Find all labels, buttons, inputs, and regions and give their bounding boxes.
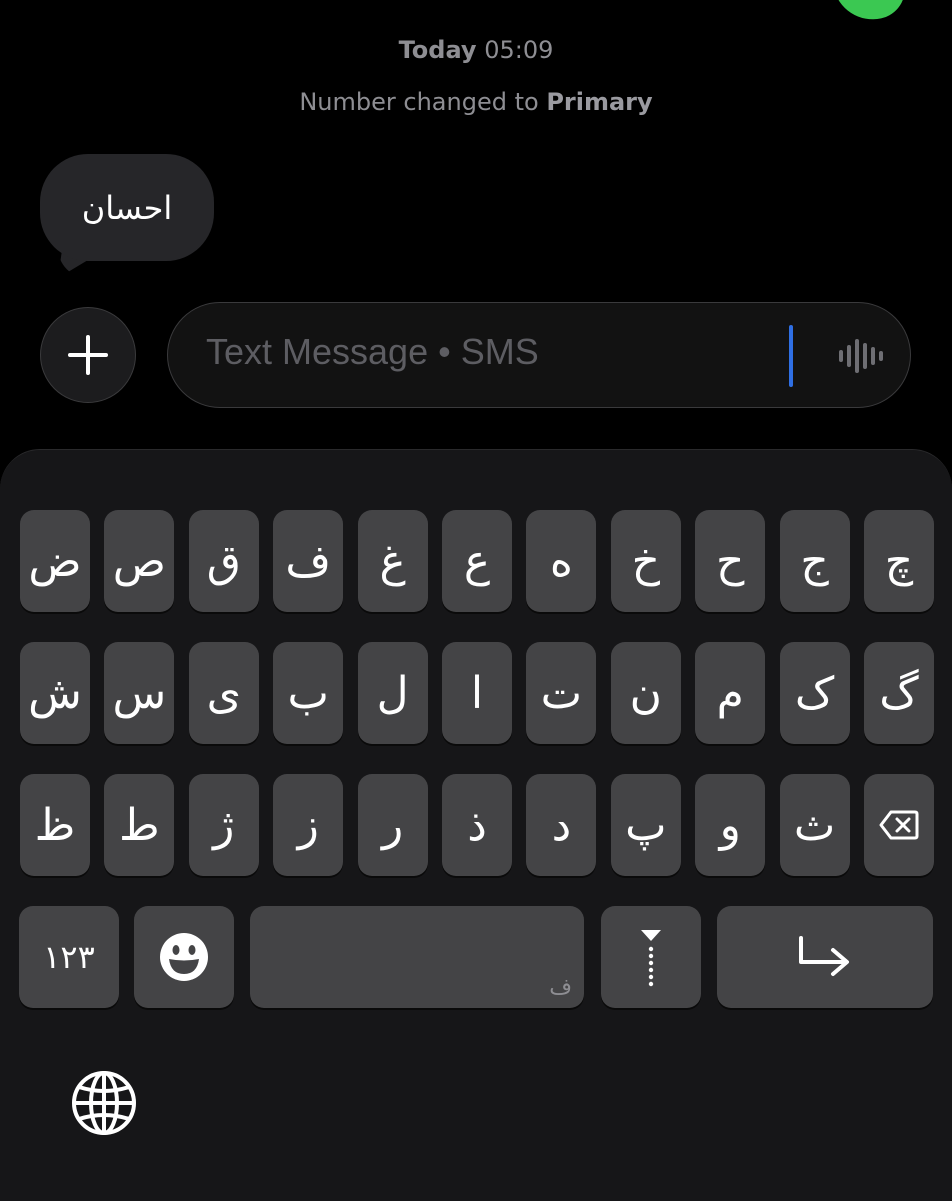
message-input[interactable]: Text Message • SMS <box>167 302 911 408</box>
space-key-hint: ف <box>549 975 572 1000</box>
timestamp-day: Today <box>398 36 477 64</box>
message-input-placeholder: Text Message • SMS <box>206 331 539 372</box>
note-prefix: Number changed to <box>299 88 539 116</box>
key-letter[interactable]: چ <box>864 510 934 612</box>
key-letter[interactable]: ح <box>695 510 766 612</box>
key-letter[interactable]: ق <box>188 510 259 612</box>
key-letter-label: ل <box>376 667 409 719</box>
key-letter-label: ص <box>112 535 166 587</box>
key-letter[interactable]: ی <box>188 642 259 744</box>
emoji-icon <box>160 933 208 981</box>
key-letter-label: د <box>551 799 572 851</box>
key-letter-label: گ <box>879 667 919 719</box>
key-letter[interactable]: م <box>695 642 766 744</box>
key-letter-label: ی <box>206 667 242 719</box>
persian-keyboard: ضصقفغعهخحجچشسیبلاتنمکگظطژزرذدپوث ۱۲۳ ف <box>0 449 952 1201</box>
cursor-key[interactable] <box>601 906 701 1008</box>
key-letter-label: ز <box>297 799 319 851</box>
key-letter-label: ش <box>28 667 82 719</box>
key-letter-label: غ <box>379 535 406 587</box>
key-letter-label: ع <box>463 535 491 587</box>
delete-key[interactable] <box>864 774 934 876</box>
plus-icon <box>68 335 108 375</box>
return-key[interactable] <box>717 906 933 1008</box>
key-letter[interactable]: گ <box>864 642 934 744</box>
key-letter[interactable]: غ <box>357 510 428 612</box>
key-letter[interactable]: ه <box>526 510 597 612</box>
key-letter-label: م <box>716 667 744 719</box>
key-letter[interactable]: ظ <box>20 774 90 876</box>
key-letter[interactable]: ب <box>273 642 344 744</box>
key-letter-label: ط <box>119 799 160 851</box>
key-letter[interactable]: ض <box>20 510 90 612</box>
numbers-key-label: ۱۲۳ <box>43 938 95 976</box>
key-letter[interactable]: ع <box>442 510 512 612</box>
key-letter[interactable]: ت <box>526 642 597 744</box>
key-letter[interactable]: ا <box>442 642 512 744</box>
key-letter-label: ن <box>629 667 662 719</box>
key-letter-label: ت <box>540 667 583 719</box>
text-caret <box>789 325 793 387</box>
key-letter[interactable]: ث <box>779 774 850 876</box>
key-letter-label: س <box>112 667 167 719</box>
key-letter-label: ج <box>800 535 829 587</box>
key-letter-label: ر <box>381 799 404 851</box>
key-letter[interactable]: ش <box>20 642 90 744</box>
key-letter[interactable]: ز <box>273 774 344 876</box>
key-letter[interactable]: ج <box>779 510 850 612</box>
key-letter[interactable]: ک <box>779 642 850 744</box>
outgoing-bubble-edge <box>831 0 911 27</box>
key-letter-label: پ <box>625 799 667 851</box>
key-letter[interactable]: ف <box>273 510 344 612</box>
message-text: احسان <box>81 188 173 227</box>
cursor-insert-icon <box>641 930 661 987</box>
key-letter[interactable]: و <box>695 774 766 876</box>
key-letter[interactable]: ص <box>104 510 175 612</box>
key-letter-label: خ <box>631 535 660 587</box>
emoji-key[interactable] <box>134 906 234 1008</box>
key-letter-label: ظ <box>34 799 76 851</box>
key-letter-label: ه <box>549 535 573 587</box>
key-letter-label: ب <box>287 667 329 719</box>
key-letter[interactable]: ژ <box>188 774 259 876</box>
key-letter[interactable]: ن <box>610 642 681 744</box>
key-letter-label: ث <box>793 799 836 851</box>
key-letter[interactable]: د <box>526 774 597 876</box>
key-letter[interactable]: ل <box>357 642 428 744</box>
waveform-icon[interactable] <box>838 336 884 376</box>
key-letter-label: ض <box>28 535 82 587</box>
key-letter[interactable]: خ <box>610 510 681 612</box>
add-attachment-button[interactable] <box>40 307 136 403</box>
key-letter[interactable]: س <box>104 642 175 744</box>
key-letter-label: ذ <box>467 799 487 851</box>
numbers-key[interactable]: ۱۲۳ <box>19 906 119 1008</box>
globe-icon[interactable] <box>70 1069 138 1137</box>
key-letter-label: ق <box>206 535 241 587</box>
timestamp-time: 05:09 <box>484 36 554 64</box>
space-key[interactable]: ف <box>250 906 584 1008</box>
incoming-message-bubble[interactable]: احسان <box>40 154 214 261</box>
note-value: Primary <box>546 88 653 116</box>
key-letter-label: ک <box>794 667 835 719</box>
key-letter-label: ف <box>285 535 331 587</box>
key-letter-label: ا <box>470 667 484 719</box>
key-letter[interactable]: ط <box>104 774 175 876</box>
key-letter[interactable]: پ <box>610 774 681 876</box>
key-letter[interactable]: ذ <box>442 774 512 876</box>
return-arrow-icon <box>799 936 849 976</box>
key-letter-label: ح <box>715 535 745 587</box>
conversation-timestamp: Today 05:09 <box>0 36 952 64</box>
delete-backward-icon <box>879 810 919 840</box>
key-letter-label: ژ <box>213 799 235 851</box>
key-letter-label: چ <box>884 535 914 587</box>
number-change-note: Number changed to Primary <box>0 88 952 116</box>
key-letter-label: و <box>719 799 741 851</box>
key-letter[interactable]: ر <box>357 774 428 876</box>
